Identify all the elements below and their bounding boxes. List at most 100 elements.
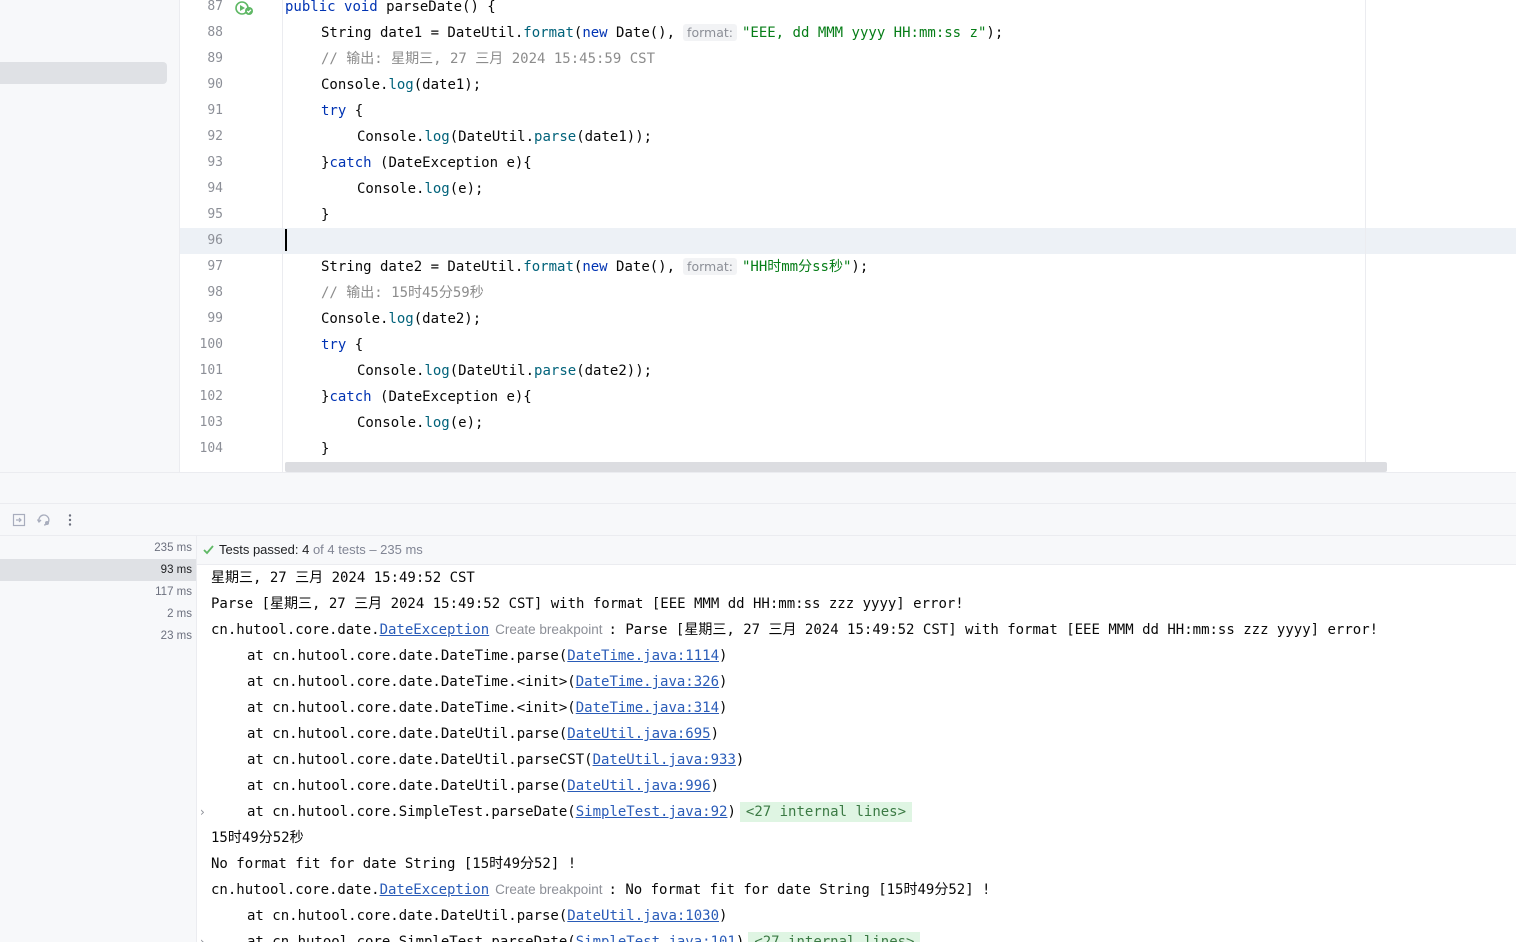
stack-link[interactable]: DateTime.java:314 [576, 700, 719, 716]
code-line[interactable]: 102}catch (DateException e){ [180, 384, 1516, 410]
code-line[interactable]: 103 Console.log(e); [180, 410, 1516, 436]
test-tree-row[interactable]: 2 ms [0, 603, 196, 625]
horizontal-scrollbar[interactable] [285, 462, 1387, 472]
test-tree-row[interactable]: 235 ms [0, 537, 196, 559]
code-token: { [346, 337, 364, 353]
test-tree-row[interactable]: 93 ms [0, 559, 196, 581]
code-token: catch [329, 389, 372, 405]
stack-link[interactable]: DateTime.java:326 [576, 674, 719, 690]
code-token: ); [986, 25, 1004, 41]
stack-link[interactable]: DateUtil.java:933 [593, 752, 736, 768]
stack-link[interactable]: DateUtil.java:996 [567, 778, 710, 794]
code-line[interactable]: 91 try { [180, 98, 1516, 124]
code-text: // 输出: 星期三, 27 三月 2024 15:45:59 CST [321, 46, 655, 72]
line-number[interactable]: 88 [180, 20, 223, 46]
console-line: at cn.hutool.core.date.DateTime.parse(Da… [197, 643, 1516, 669]
line-number[interactable]: 92 [180, 124, 223, 150]
expand-chevron-icon[interactable]: › [200, 929, 205, 942]
console-token: ) [735, 752, 745, 768]
code-token: (date2); [413, 311, 482, 327]
line-number[interactable]: 98 [180, 280, 223, 306]
project-panel-strip [0, 0, 180, 472]
line-number[interactable]: 89 [180, 46, 223, 72]
code-line[interactable]: 87 public void parseDate() { [180, 0, 1516, 20]
code-line[interactable]: 92 Console.log(DateUtil.parse(date1)); [180, 124, 1516, 150]
restore-layout-icon[interactable] [11, 512, 27, 528]
create-breakpoint-link[interactable]: Create breakpoint [495, 882, 602, 897]
run-console[interactable]: Tests passed: 4 of 4 tests – 235 ms 星期三,… [197, 536, 1516, 942]
line-number[interactable]: 94 [180, 176, 223, 202]
more-options-icon[interactable] [62, 512, 78, 528]
console-line: › at cn.hutool.core.SimpleTest.parseDate(… [197, 799, 1516, 825]
line-number[interactable]: 96 [180, 228, 223, 254]
code-line[interactable]: 98 // 输出: 15时45分59秒 [180, 280, 1516, 306]
console-token: ) [727, 804, 736, 820]
code-line[interactable]: 88 String date1 = DateUtil.format(new Dat… [180, 20, 1516, 46]
console-text: at cn.hutool.core.date.DateUtil.parse(Da… [211, 773, 719, 799]
stack-link[interactable]: DateException [380, 882, 490, 898]
code-line[interactable]: 97 String date2 = DateUtil.format(new Dat… [180, 254, 1516, 280]
code-line[interactable]: 99 Console.log(date2); [180, 306, 1516, 332]
line-number[interactable]: 100 [180, 332, 223, 358]
code-token: Console. [357, 415, 425, 431]
stack-link[interactable]: SimpleTest.java:101 [576, 934, 736, 942]
run-test-gutter-icon[interactable] [234, 0, 256, 16]
status-summary: of 4 tests – 235 ms [309, 542, 423, 557]
code-token: (date2)); [576, 363, 653, 379]
status-label: Tests passed: [219, 542, 303, 557]
console-token: at cn.hutool.core.date.DateUtil.parse( [247, 726, 568, 742]
line-number[interactable]: 97 [180, 254, 223, 280]
project-panel-selected-row[interactable] [0, 62, 167, 84]
line-number[interactable]: 102 [180, 384, 223, 410]
create-breakpoint-link[interactable]: Create breakpoint [495, 622, 602, 637]
code-token: String date1 = DateUtil. [321, 25, 524, 41]
stack-link[interactable]: DateUtil.java:695 [567, 726, 710, 742]
console-token: ) [710, 726, 720, 742]
code-token: try [321, 337, 347, 353]
line-number[interactable]: 90 [180, 72, 223, 98]
code-line[interactable]: 95} [180, 202, 1516, 228]
code-token: Date(), [607, 25, 676, 41]
console-text: at cn.hutool.core.date.DateTime.parse(Da… [211, 643, 727, 669]
code-token: log [424, 415, 450, 431]
right-margin-guide [1365, 0, 1366, 472]
console-token: ) [719, 674, 728, 690]
expand-chevron-icon[interactable]: › [200, 799, 205, 825]
rerun-icon[interactable] [36, 512, 52, 528]
code-line[interactable]: 93}catch (DateException e){ [180, 150, 1516, 176]
code-text: } [321, 202, 329, 228]
console-line: cn.hutool.core.date.DateException Create … [197, 617, 1516, 643]
line-number[interactable]: 99 [180, 306, 223, 332]
console-text: 15时49分52秒 [211, 825, 304, 851]
stack-link[interactable]: SimpleTest.java:92 [576, 804, 728, 820]
code-line[interactable]: 96 [180, 228, 1516, 254]
code-line[interactable]: 89 // 输出: 星期三, 27 三月 2024 15:45:59 CST [180, 46, 1516, 72]
console-token: 15时49分52秒 [211, 830, 304, 846]
console-line: at cn.hutool.core.date.DateTime.<init>(D… [197, 695, 1516, 721]
test-tree-row[interactable]: 117 ms [0, 581, 196, 603]
code-line[interactable]: 101 Console.log(DateUtil.parse(date2)); [180, 358, 1516, 384]
code-editor[interactable]: 87 public void parseDate() {88 String date… [180, 0, 1516, 472]
internal-lines-fold[interactable]: <27 internal lines> [739, 802, 913, 822]
internal-lines-fold[interactable]: <27 internal lines> [748, 932, 921, 942]
line-number[interactable]: 101 [180, 358, 223, 384]
test-tree-row[interactable]: 23 ms [0, 625, 196, 647]
stack-link[interactable]: DateTime.java:1114 [567, 648, 719, 664]
line-number[interactable]: 95 [180, 202, 223, 228]
line-number[interactable]: 93 [180, 150, 223, 176]
code-line[interactable]: 100 try { [180, 332, 1516, 358]
console-token: : No format fit for date String [15时49分5… [608, 882, 991, 898]
code-text: try { [321, 98, 363, 124]
code-line[interactable]: 94 Console.log(e); [180, 176, 1516, 202]
console-token: ) [719, 908, 728, 924]
line-number[interactable]: 103 [180, 410, 223, 436]
line-number[interactable]: 87 [180, 0, 223, 20]
stack-link[interactable]: DateException [380, 622, 490, 638]
line-number[interactable]: 104 [180, 436, 223, 462]
stack-link[interactable]: DateUtil.java:1030 [567, 908, 719, 924]
console-token: at cn.hutool.core.SimpleTest.parseDate( [247, 804, 576, 820]
console-line: › at cn.hutool.core.SimpleTest.parseDate(… [197, 929, 1516, 942]
code-line[interactable]: 104} [180, 436, 1516, 462]
line-number[interactable]: 91 [180, 98, 223, 124]
code-line[interactable]: 90 Console.log(date1); [180, 72, 1516, 98]
